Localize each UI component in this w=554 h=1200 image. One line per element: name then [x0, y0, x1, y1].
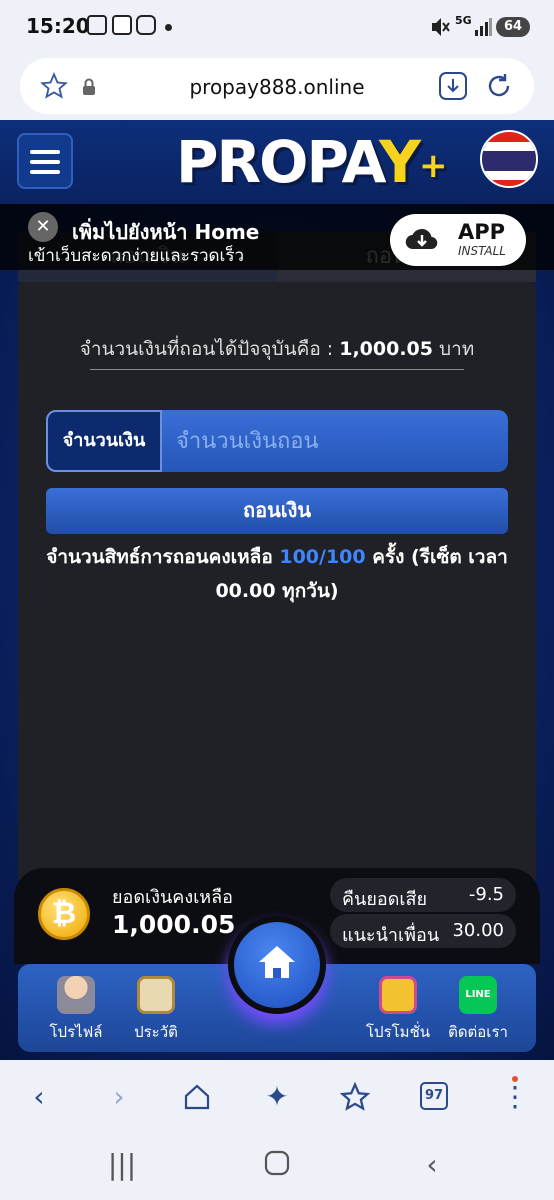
nav-history[interactable]: ประวัติ [116, 976, 196, 1044]
install-banner: ✕ เพิ่มไปยังหน้า Home เข้าเว็บสะดวกง่ายแ… [0, 204, 554, 270]
battery-indicator: 64 [496, 17, 530, 37]
network-type: 5G [455, 14, 472, 27]
withdraw-button[interactable]: ถอนเงิน [46, 488, 508, 534]
available-unit: บาท [439, 338, 475, 360]
reload-icon[interactable] [484, 71, 514, 101]
tabs-count: 97 [424, 1088, 444, 1103]
logo-text-y: Y [379, 128, 421, 196]
site-header: PROPAY+ [0, 120, 554, 204]
nav-contact[interactable]: LINE ติดต่อเรา [438, 976, 518, 1044]
browser-toolbar: ‹ › ✦ 97 ⋮ [0, 1060, 554, 1132]
seven-eleven-icon [112, 15, 132, 35]
nav-promotion-label: โปรโมชั่น [365, 1023, 430, 1041]
instagram-icon [136, 15, 156, 35]
available-prefix: จำนวนเงินที่ถอนได้ปัจจุบันคือ : [79, 338, 334, 360]
bitcoin-coin-icon: ₿ [38, 888, 90, 940]
rights-prefix: จำนวนสิทธ์การถอนคงเหลือ [46, 546, 273, 568]
available-amount: 1,000.05 [339, 338, 433, 360]
nav-profile-label: โปรไฟล์ [49, 1023, 103, 1041]
referral-value: 30.00 [452, 920, 504, 941]
nav-history-label: ประวัติ [134, 1023, 178, 1041]
status-bar: 15:20 5G 64 [0, 0, 554, 56]
menu-icon-line [30, 160, 60, 164]
history-clipboard-icon [137, 976, 175, 1014]
browser-address-area: propay888.online [0, 56, 554, 120]
balance-label: ยอดเงินคงเหลือ [112, 887, 233, 908]
thai-flag-icon[interactable] [480, 130, 538, 188]
balance-value: 1,000.05 [112, 910, 236, 939]
tabs-count-button[interactable]: 97 [420, 1082, 448, 1110]
profile-icon [57, 976, 95, 1014]
nav-profile[interactable]: โปรไฟล์ [36, 976, 116, 1044]
system-nav-bar: ||| ‹ [0, 1132, 554, 1200]
line-chat-icon: LINE [459, 976, 497, 1014]
system-home-icon[interactable] [264, 1150, 290, 1176]
logo-text: PROPA [176, 128, 381, 196]
app-label: APP [458, 220, 506, 244]
menu-icon-line [30, 170, 60, 174]
nav-promotion[interactable]: โปรโมชั่น [358, 976, 438, 1044]
menu-notification-dot [512, 1076, 518, 1082]
amount-field: จำนวนเงิน [46, 410, 508, 472]
cashback-pill[interactable]: คืนยอดเสีย -9.5 [330, 878, 516, 912]
mute-icon [432, 18, 450, 36]
more-options-icon[interactable]: ⋮ [498, 1080, 532, 1114]
propay-logo[interactable]: PROPAY+ [176, 128, 447, 196]
available-amount-line: จำนวนเงินที่ถอนได้ปัจจุบันคือ : 1,000.05… [18, 334, 536, 364]
back-icon[interactable]: ‹ [22, 1080, 56, 1114]
amount-label: จำนวนเงิน [46, 410, 162, 472]
withdraw-panel: จำนวนเงินที่ถอนได้ปัจจุบันคือ : 1,000.05… [18, 282, 536, 882]
status-time: 15:20 [26, 14, 90, 38]
menu-button[interactable] [17, 133, 73, 189]
cloud-download-icon [405, 228, 438, 250]
home-icon [259, 946, 295, 978]
forward-icon[interactable]: › [102, 1080, 136, 1114]
referral-label: แนะนำเพื่อน [342, 925, 440, 946]
close-banner-button[interactable]: ✕ [28, 212, 58, 242]
amount-input[interactable] [176, 420, 496, 462]
cashback-label: คืนยอดเสีย [342, 889, 428, 910]
bookmarks-icon[interactable] [340, 1082, 370, 1112]
app-install-button[interactable]: APP INSTALL [390, 214, 526, 266]
recent-apps-icon[interactable]: ||| [102, 1148, 142, 1181]
withdraw-rights-text: จำนวนสิทธ์การถอนคงเหลือ 100/100 ครั้ง (ร… [38, 540, 516, 608]
signal-icon [475, 18, 492, 36]
cashback-value: -9.5 [468, 884, 504, 905]
nav-contact-label: ติดต่อเรา [448, 1023, 508, 1041]
download-icon[interactable] [438, 71, 468, 101]
menu-icon [30, 150, 60, 154]
logo-plus: + [419, 145, 447, 186]
address-bar[interactable]: propay888.online [20, 58, 534, 114]
home-button[interactable] [228, 916, 326, 1014]
notification-dot-icon [165, 24, 172, 31]
referral-pill[interactable]: แนะนำเพื่อน 30.00 [330, 914, 516, 948]
screen-record-icon [87, 15, 107, 35]
gift-box-icon [379, 976, 417, 1014]
browser-home-icon[interactable] [182, 1082, 212, 1112]
system-back-icon[interactable]: ‹ [412, 1148, 452, 1181]
sparkle-icon[interactable]: ✦ [260, 1080, 294, 1114]
install-label: INSTALL [458, 244, 506, 258]
divider [90, 369, 464, 370]
install-subtitle: เข้าเว็บสะดวกง่ายและรวดเร็ว [28, 246, 245, 266]
rights-value: 100/100 [279, 546, 366, 568]
